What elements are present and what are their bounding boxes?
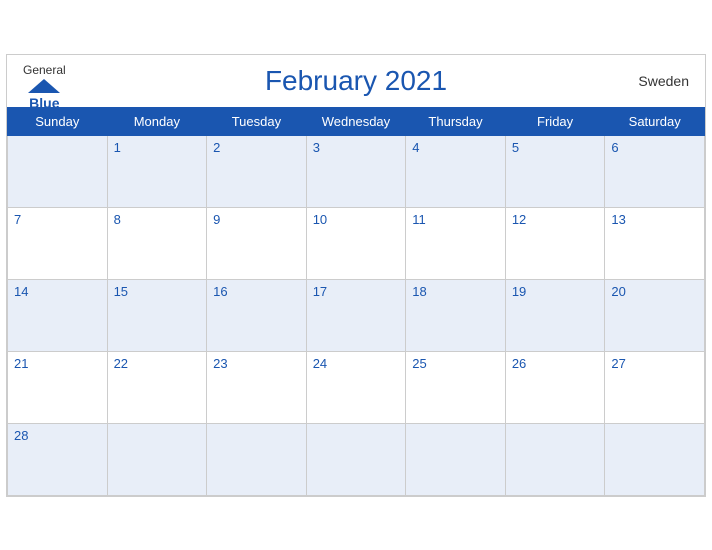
calendar-cell: 16 [207,279,307,351]
day-number: 5 [512,140,519,155]
calendar-row-3: 21 22 23 24 25 26 27 [8,351,705,423]
day-number: 19 [512,284,526,299]
calendar-cell: 7 [8,207,108,279]
day-number: 26 [512,356,526,371]
day-number: 22 [114,356,128,371]
calendar-cell [406,423,506,495]
day-number: 23 [213,356,227,371]
calendar: General Blue February 2021 Sweden Sunday… [6,54,706,497]
calendar-header: General Blue February 2021 Sweden [7,55,705,107]
day-number: 21 [14,356,28,371]
weekday-header-tuesday: Tuesday [207,107,307,135]
calendar-row-2: 14 15 16 17 18 19 20 [8,279,705,351]
day-number: 13 [611,212,625,227]
calendar-cell [306,423,406,495]
day-number: 4 [412,140,419,155]
calendar-body: 1234567891011121314151617181920212223242… [8,135,705,495]
day-number: 27 [611,356,625,371]
calendar-cell [505,423,605,495]
calendar-table: SundayMondayTuesdayWednesdayThursdayFrid… [7,107,705,496]
calendar-cell: 10 [306,207,406,279]
day-number: 1 [114,140,121,155]
day-number: 7 [14,212,21,227]
weekday-header-friday: Friday [505,107,605,135]
day-number: 17 [313,284,327,299]
calendar-cell: 19 [505,279,605,351]
calendar-cell [605,423,705,495]
calendar-row-0: 1 2 3 4 5 6 [8,135,705,207]
calendar-cell: 26 [505,351,605,423]
weekday-header-sunday: Sunday [8,107,108,135]
country-label: Sweden [638,73,689,89]
calendar-row-1: 7 8 9 10 11 12 13 [8,207,705,279]
calendar-cell: 23 [207,351,307,423]
calendar-cell: 22 [107,351,207,423]
day-number: 16 [213,284,227,299]
day-number: 11 [412,212,426,227]
weekday-header-monday: Monday [107,107,207,135]
calendar-cell: 20 [605,279,705,351]
calendar-cell: 6 [605,135,705,207]
calendar-thead: SundayMondayTuesdayWednesdayThursdayFrid… [8,107,705,135]
day-number: 10 [313,212,327,227]
calendar-cell: 9 [207,207,307,279]
calendar-cell: 12 [505,207,605,279]
calendar-cell: 21 [8,351,108,423]
calendar-cell: 17 [306,279,406,351]
calendar-cell: 5 [505,135,605,207]
day-number: 18 [412,284,426,299]
calendar-cell: 11 [406,207,506,279]
day-number: 9 [213,212,220,227]
day-number: 12 [512,212,526,227]
calendar-cell: 24 [306,351,406,423]
calendar-cell: 28 [8,423,108,495]
day-number: 6 [611,140,618,155]
calendar-cell: 25 [406,351,506,423]
day-number: 20 [611,284,625,299]
calendar-title: February 2021 [265,65,447,97]
calendar-cell: 27 [605,351,705,423]
calendar-cell: 14 [8,279,108,351]
calendar-cell: 1 [107,135,207,207]
calendar-cell: 15 [107,279,207,351]
calendar-cell: 8 [107,207,207,279]
calendar-cell: 3 [306,135,406,207]
day-number: 25 [412,356,426,371]
calendar-cell: 4 [406,135,506,207]
day-number: 3 [313,140,320,155]
calendar-cell: 2 [207,135,307,207]
weekday-header-thursday: Thursday [406,107,506,135]
weekday-header-wednesday: Wednesday [306,107,406,135]
calendar-cell [8,135,108,207]
weekday-header-saturday: Saturday [605,107,705,135]
brand-icon [26,77,62,95]
day-number: 24 [313,356,327,371]
day-number: 15 [114,284,128,299]
day-number: 2 [213,140,220,155]
weekday-header-row: SundayMondayTuesdayWednesdayThursdayFrid… [8,107,705,135]
brand-blue-text: Blue [29,95,59,111]
calendar-cell: 13 [605,207,705,279]
calendar-cell [207,423,307,495]
calendar-cell: 18 [406,279,506,351]
brand-logo-area: General Blue [23,63,66,111]
calendar-row-4: 28 [8,423,705,495]
calendar-cell [107,423,207,495]
brand-general-text: General [23,63,66,77]
day-number: 28 [14,428,28,443]
day-number: 8 [114,212,121,227]
day-number: 14 [14,284,28,299]
